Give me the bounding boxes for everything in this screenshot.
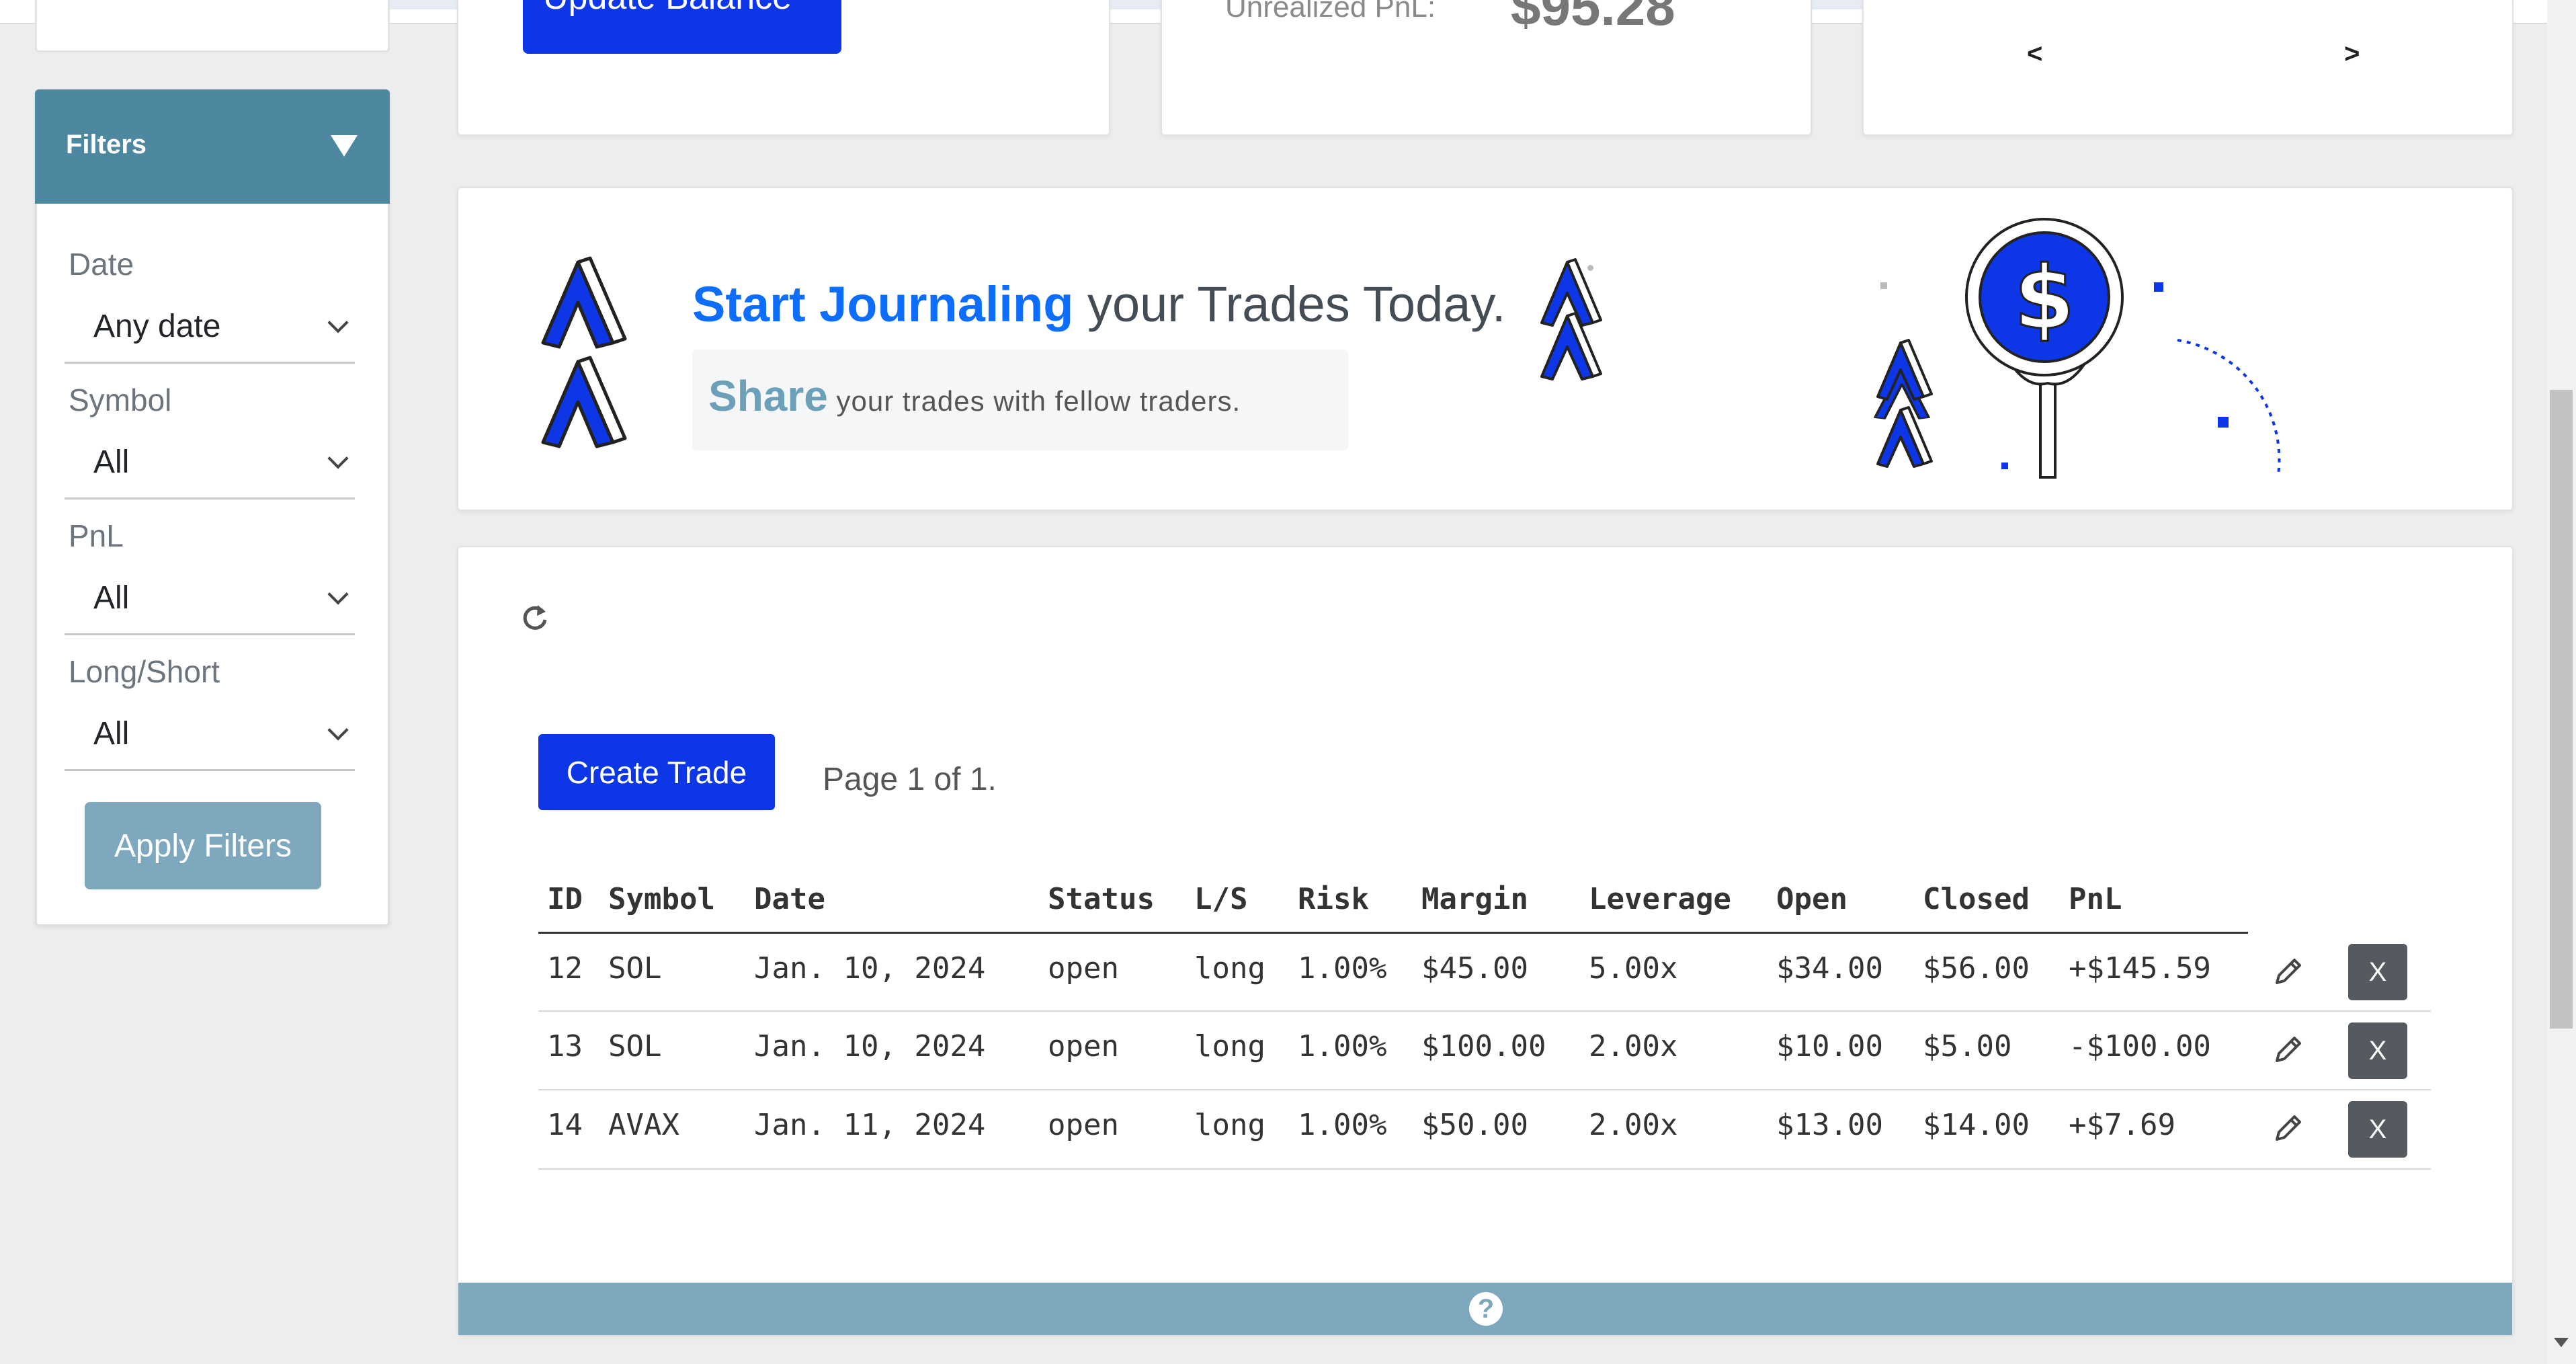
help-icon[interactable]: ?	[1469, 1292, 1503, 1326]
cell-symbol: SOL	[608, 951, 662, 986]
col-header-date[interactable]: Date	[754, 882, 825, 916]
filters-card	[35, 89, 390, 926]
col-header-leverage[interactable]: Leverage	[1589, 882, 1731, 916]
create-trade-button[interactable]: Create Trade	[538, 734, 775, 810]
cell-open: $34.00	[1776, 951, 1883, 986]
cell-closed: $14.00	[1923, 1108, 2030, 1142]
scroll-down-arrow-icon[interactable]	[2554, 1338, 2569, 1347]
banner-title: Start Journaling your Trades Today.	[692, 276, 1505, 333]
table-row-divider	[538, 1168, 2431, 1170]
update-balance-button[interactable]: Update Balance	[523, 0, 841, 54]
pnl-filter-underline	[65, 633, 355, 635]
banner-title-highlight: Start Journaling	[692, 276, 1074, 332]
cell-date: Jan. 10, 2024	[754, 951, 986, 986]
table-header-rule	[538, 932, 2248, 934]
scrollbar-thumb[interactable]	[2550, 390, 2573, 1029]
cell-leverage: 2.00x	[1589, 1029, 1678, 1064]
unrealized-pnl-label: Unrealized PnL:	[1225, 0, 1436, 24]
trades-card	[457, 546, 2513, 1336]
refresh-icon[interactable]	[519, 601, 551, 633]
symbol-filter-select[interactable]: All	[93, 444, 129, 481]
date-filter-underline	[65, 362, 355, 364]
cell-pnl: -$100.00	[2069, 1029, 2211, 1064]
long-short-filter-label: Long/Short	[69, 654, 220, 689]
apply-filters-button[interactable]: Apply Filters	[85, 802, 321, 889]
col-header-margin[interactable]: Margin	[1421, 882, 1528, 916]
banner-subtitle: Share your trades with fellow traders.	[708, 371, 1241, 421]
prev-button[interactable]: <	[2027, 39, 2042, 69]
cell-date: Jan. 11, 2024	[754, 1108, 986, 1142]
sidebar-top-card	[35, 0, 390, 52]
cell-id: 12	[547, 951, 583, 986]
cell-pnl: +$7.69	[2069, 1108, 2175, 1142]
pnl-filter-select[interactable]: All	[93, 579, 129, 616]
decor-dot	[1587, 265, 1593, 271]
cell-open: $13.00	[1776, 1108, 1883, 1142]
col-header-pnl[interactable]: PnL	[2069, 882, 2122, 916]
pnl-filter-label: PnL	[69, 518, 124, 553]
cell-symbol: SOL	[608, 1029, 662, 1064]
col-header-closed[interactable]: Closed	[1923, 882, 2030, 916]
cell-symbol: AVAX	[608, 1108, 679, 1142]
long-short-filter-underline	[65, 769, 355, 771]
cell-pnl: +$145.59	[2069, 951, 2211, 986]
dollar-coin-illustration: $	[1874, 218, 2281, 479]
symbol-filter-underline	[65, 497, 355, 499]
unrealized-pnl-value: $95.28	[1511, 0, 1675, 36]
cell-ls: long	[1194, 1108, 1265, 1142]
cell-margin: $100.00	[1421, 1029, 1546, 1064]
cell-status: open	[1048, 1108, 1119, 1142]
cell-closed: $56.00	[1923, 951, 2030, 986]
delete-trade-button[interactable]: X	[2348, 1101, 2407, 1158]
date-filter-select[interactable]: Any date	[93, 308, 220, 345]
col-header-status[interactable]: Status	[1048, 882, 1155, 916]
cell-closed: $5.00	[1923, 1029, 2012, 1064]
calendar-card	[1862, 0, 2513, 136]
banner-subtitle-highlight: Share	[708, 372, 828, 420]
symbol-filter-label: Symbol	[69, 383, 172, 417]
cell-risk: 1.00%	[1298, 1108, 1387, 1142]
cell-id: 13	[547, 1029, 583, 1064]
delete-trade-button[interactable]: X	[2348, 1022, 2407, 1079]
edit-icon[interactable]	[2272, 1033, 2305, 1066]
cell-margin: $45.00	[1421, 951, 1528, 986]
cell-margin: $50.00	[1421, 1108, 1528, 1142]
col-header-ls[interactable]: L/S	[1194, 882, 1247, 916]
date-filter-label: Date	[69, 247, 134, 282]
col-header-symbol[interactable]: Symbol	[608, 882, 715, 916]
caret-down-icon[interactable]	[331, 135, 358, 157]
edit-icon[interactable]	[2272, 955, 2305, 988]
cell-risk: 1.00%	[1298, 1029, 1387, 1064]
cell-date: Jan. 10, 2024	[754, 1029, 986, 1064]
cell-status: open	[1048, 1029, 1119, 1064]
cell-id: 14	[547, 1108, 583, 1142]
cell-leverage: 2.00x	[1589, 1108, 1678, 1142]
cell-status: open	[1048, 951, 1119, 986]
filters-title: Filters	[66, 130, 147, 159]
cell-leverage: 5.00x	[1589, 951, 1678, 986]
svg-text:$: $	[2014, 247, 2075, 349]
cell-open: $10.00	[1776, 1029, 1883, 1064]
long-short-filter-select[interactable]: All	[93, 715, 129, 752]
logo-arrows-icon	[541, 256, 627, 448]
table-row-divider	[538, 1089, 2431, 1090]
small-arrows-icon	[1540, 258, 1602, 380]
banner-subtitle-rest: your trades with fellow traders.	[827, 385, 1241, 417]
col-header-open[interactable]: Open	[1776, 882, 1847, 916]
cell-ls: long	[1194, 951, 1265, 986]
table-row-divider	[538, 1010, 2431, 1012]
banner-title-rest: your Trades Today.	[1073, 276, 1506, 332]
next-button[interactable]: >	[2344, 39, 2360, 69]
col-header-risk[interactable]: Risk	[1298, 882, 1369, 916]
page-info: Page 1 of 1.	[823, 762, 997, 797]
delete-trade-button[interactable]: X	[2348, 944, 2407, 1000]
cell-risk: 1.00%	[1298, 951, 1387, 986]
update-balance-label: Update Balance	[543, 0, 792, 17]
col-header-id[interactable]: ID	[547, 882, 583, 916]
edit-icon[interactable]	[2272, 1111, 2305, 1145]
cell-ls: long	[1194, 1029, 1265, 1064]
